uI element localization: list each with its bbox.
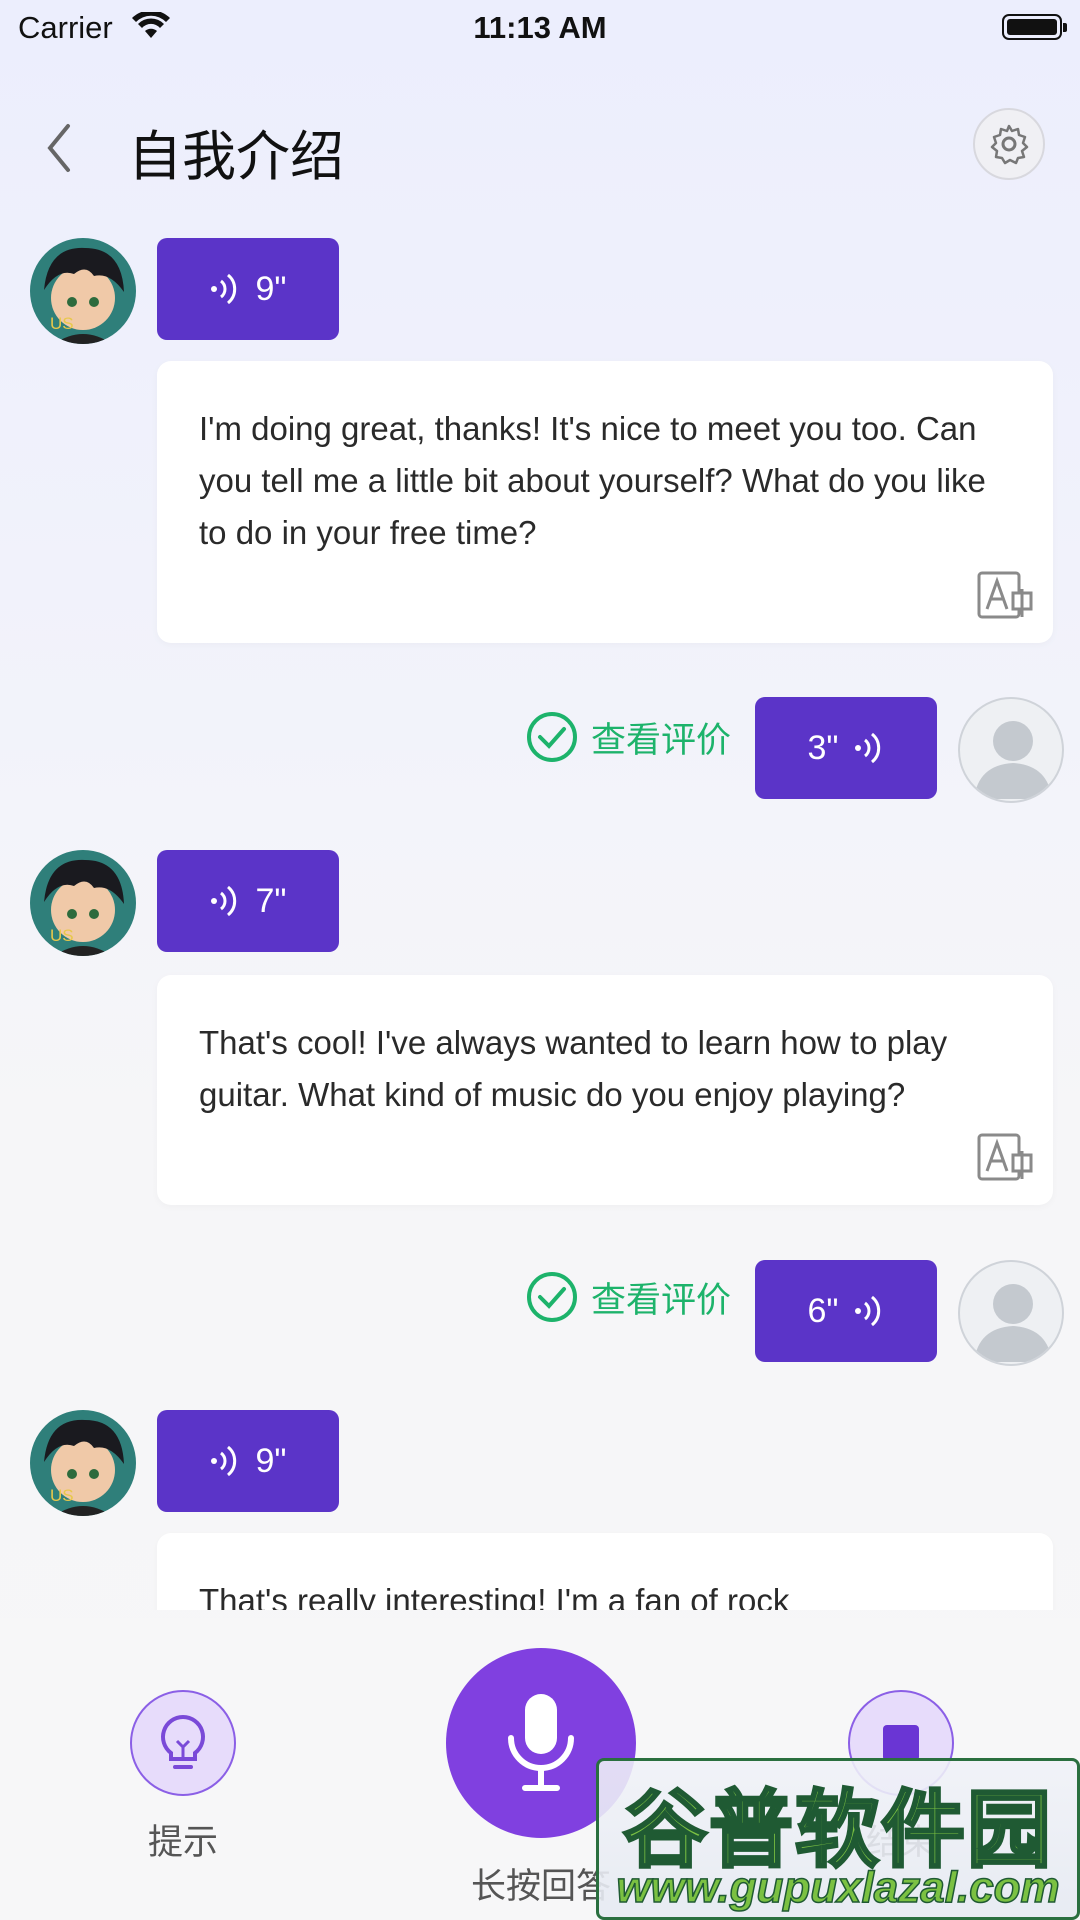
message-text: That's really interesting! I'm a fan of … <box>199 1582 790 1610</box>
voice-duration: 9" <box>255 269 287 308</box>
watermark-url: www.gupuxlazal.com <box>616 1862 1061 1913</box>
microphone-icon <box>508 1694 574 1791</box>
person-silhouette-icon <box>974 1284 1052 1362</box>
translate-icon[interactable] <box>977 571 1033 621</box>
view-evaluation-label: 查看评价 <box>591 720 732 760</box>
ai-avatar-image <box>30 850 136 956</box>
view-evaluation-label: 查看评价 <box>591 1280 732 1320</box>
hint-button[interactable] <box>130 1690 236 1796</box>
voice-message-button[interactable]: 9" <box>157 1410 339 1512</box>
nav-header: 自我介绍 <box>0 90 1080 200</box>
hint-label: 提示 <box>147 1823 218 1862</box>
voice-duration: 6" <box>807 1291 839 1330</box>
voice-duration: 3" <box>807 728 839 767</box>
avatar-locale-tag: US <box>50 1486 74 1505</box>
sound-wave-icon <box>210 273 236 305</box>
voice-duration: 7" <box>255 881 287 920</box>
ai-avatar[interactable]: US <box>30 238 136 344</box>
view-evaluation-link[interactable]: 查看评价 <box>525 710 731 764</box>
view-evaluation-link[interactable]: 查看评价 <box>525 1270 731 1324</box>
user-avatar[interactable] <box>958 697 1064 803</box>
sound-wave-icon <box>855 732 881 764</box>
avatar-locale-tag: US <box>50 314 74 333</box>
ai-message-bubble: That's cool! I've always wanted to learn… <box>157 975 1053 1205</box>
sound-wave-icon <box>210 885 236 917</box>
message-text: That's cool! I've always wanted to learn… <box>199 1024 948 1113</box>
user-voice-message-button[interactable]: 6" <box>755 1260 937 1362</box>
ai-avatar[interactable]: US <box>30 1410 136 1516</box>
chat-list[interactable]: US 9" I'm doing great, thanks! It's nice… <box>0 230 1080 1610</box>
voice-duration: 9" <box>255 1441 287 1480</box>
status-bar: Carrier 11:13 AM <box>0 0 1080 56</box>
gear-icon <box>990 124 1029 165</box>
voice-message-button[interactable]: 9" <box>157 238 339 340</box>
user-voice-message-button[interactable]: 3" <box>755 697 937 799</box>
ai-message-bubble: I'm doing great, thanks! It's nice to me… <box>157 361 1053 643</box>
page-title: 自我介绍 <box>128 127 344 187</box>
check-circle-icon <box>527 712 577 762</box>
lightbulb-icon <box>161 1714 205 1769</box>
stop-square-icon <box>883 1725 919 1761</box>
message-text: I'm doing great, thanks! It's nice to me… <box>199 410 986 551</box>
back-chevron-icon[interactable] <box>40 120 80 176</box>
ai-message-bubble: That's really interesting! I'm a fan of … <box>157 1533 1053 1610</box>
check-circle-icon <box>527 1272 577 1322</box>
clock: 11:13 AM <box>473 10 607 45</box>
avatar-locale-tag: US <box>50 926 74 945</box>
settings-button[interactable] <box>973 108 1045 180</box>
battery-icon <box>1002 14 1067 40</box>
ai-avatar[interactable]: US <box>30 850 136 956</box>
sound-wave-icon <box>210 1445 236 1477</box>
ai-avatar-image <box>30 1410 136 1516</box>
voice-message-button[interactable]: 7" <box>157 850 339 952</box>
user-avatar[interactable] <box>958 1260 1064 1366</box>
ai-avatar-image <box>30 238 136 344</box>
translate-icon[interactable] <box>977 1133 1033 1183</box>
watermark-logo: 谷普软件园 www.gupuxlazal.com <box>596 1758 1080 1920</box>
person-silhouette-icon <box>974 721 1052 799</box>
sound-wave-icon <box>855 1295 881 1327</box>
